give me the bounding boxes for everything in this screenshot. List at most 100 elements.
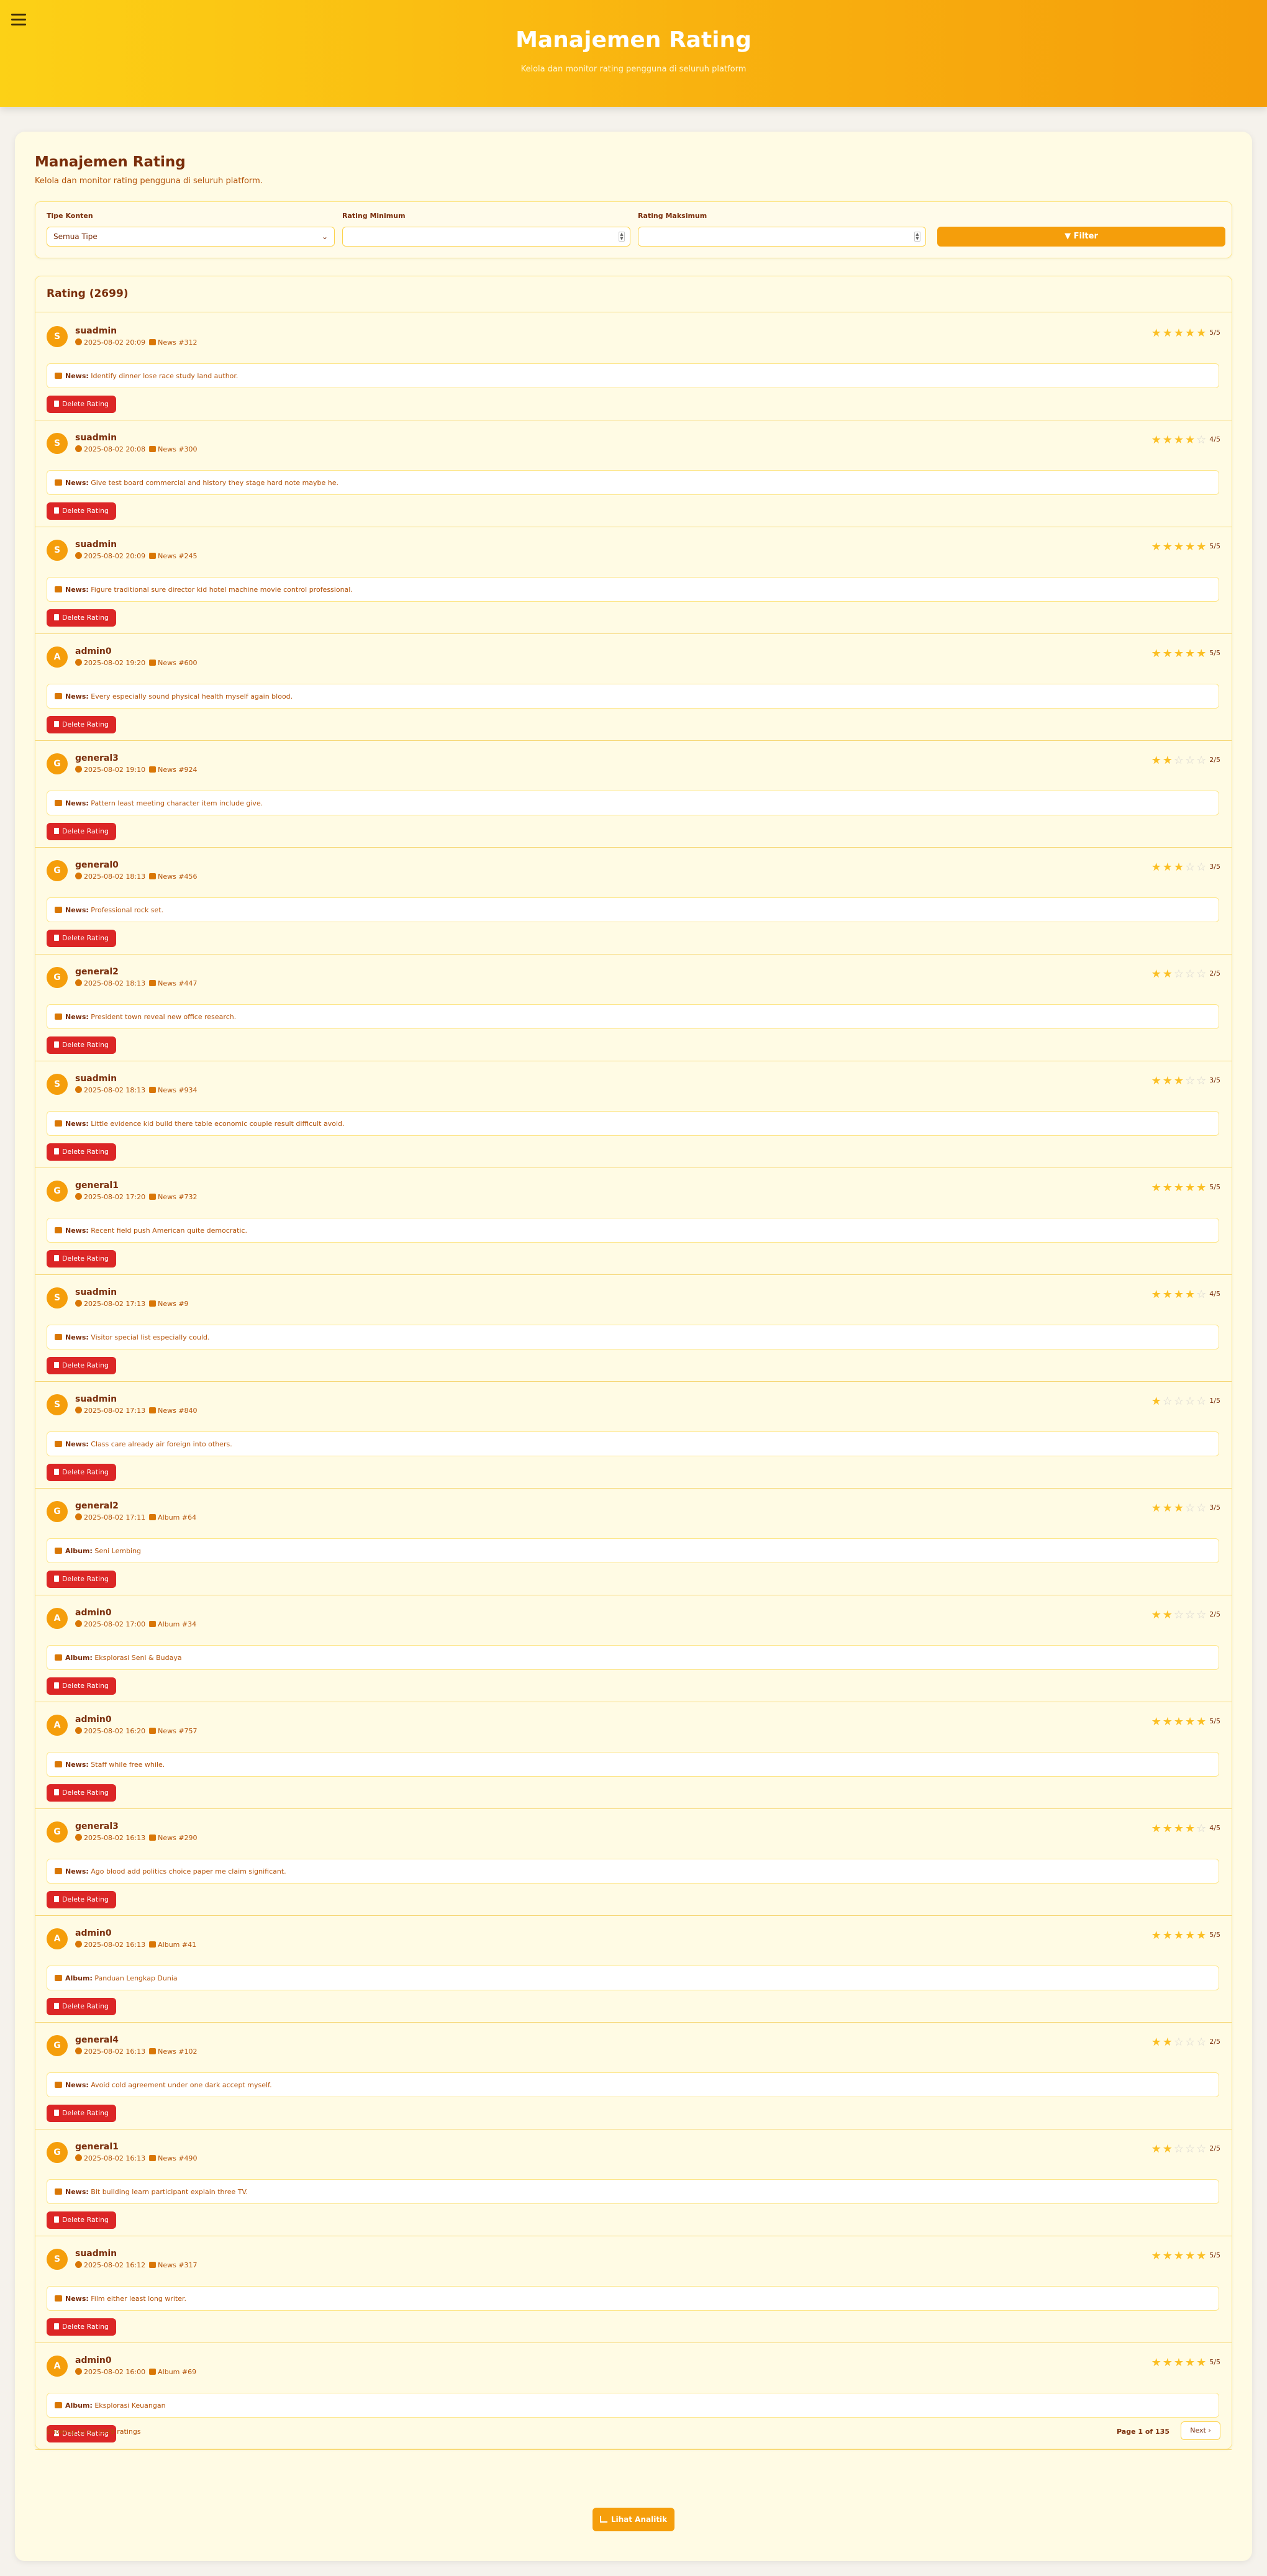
- content-type-icon: [55, 1654, 62, 1661]
- rating-meta: 2025-08-02 19:10 News #924: [75, 766, 198, 774]
- newspaper-icon: [149, 873, 157, 879]
- delete-rating-button[interactable]: Delete Rating: [47, 1571, 116, 1588]
- header-title: Manajemen Rating: [515, 27, 752, 53]
- rating-score: 2/5: [1209, 1610, 1220, 1618]
- delete-rating-button[interactable]: Delete Rating: [47, 2211, 116, 2229]
- content-type-icon: [55, 800, 62, 806]
- rating-date: 2025-08-02 17:13: [84, 1300, 146, 1308]
- max-rating-input[interactable]: ▲ ▼: [638, 227, 926, 247]
- delete-rating-button[interactable]: Delete Rating: [47, 2318, 116, 2336]
- rating-date: 2025-08-02 18:13: [84, 873, 146, 881]
- star-icon: ☆: [1196, 1395, 1207, 1408]
- content-type-icon: [55, 1227, 62, 1233]
- delete-rating-button[interactable]: Delete Rating: [47, 1143, 116, 1161]
- rating-score: 1/5: [1209, 1397, 1220, 1405]
- rating-user: suadmin: [75, 2249, 117, 2259]
- rating-row: Ssuadmin 2025-08-02 16:12 News #317 ★ ★ ★ ★ ★ 5/…: [35, 2236, 1232, 2343]
- star-icon: ☆: [1185, 968, 1196, 981]
- delete-rating-button[interactable]: Delete Rating: [47, 1891, 116, 1908]
- clock-icon: [75, 2261, 82, 2268]
- rating-score: 3/5: [1209, 1076, 1220, 1084]
- delete-rating-button[interactable]: Delete Rating: [47, 1677, 116, 1695]
- content-title: Professional rock set.: [91, 906, 164, 914]
- trash-icon: [53, 2003, 59, 2009]
- content-type: News:: [65, 799, 89, 807]
- delete-rating-button[interactable]: Delete Rating: [47, 609, 116, 627]
- content-title: Pattern least meeting character item inc…: [91, 799, 263, 807]
- content-title: Figure traditional sure director kid hot…: [91, 586, 353, 594]
- content-type: Album:: [65, 2401, 93, 2410]
- star-icon: ★: [1162, 2356, 1173, 2369]
- newspaper-icon: [149, 1087, 157, 1093]
- delete-rating-button[interactable]: Delete Rating: [47, 930, 116, 947]
- min-rating-input[interactable]: ▲ ▼: [342, 227, 630, 247]
- trash-icon: [53, 828, 59, 834]
- delete-rating-button[interactable]: Delete Rating: [47, 1036, 116, 1054]
- delete-rating-button[interactable]: Delete Rating: [47, 716, 116, 733]
- content-type: News:: [65, 1120, 89, 1128]
- star-icon: ★: [1162, 1715, 1173, 1728]
- rating-row: Ggeneral2 2025-08-02 18:13 News #447 ★ ★ ☆ ☆ ☆ 2…: [35, 955, 1232, 1061]
- avatar: S: [47, 1074, 68, 1095]
- content-title: Identify dinner lose race study land aut…: [91, 372, 238, 380]
- trash-icon: [53, 721, 59, 727]
- next-page-button[interactable]: Next ›: [1181, 2421, 1220, 2440]
- clock-icon: [75, 2154, 82, 2161]
- delete-label: Delete Rating: [61, 2002, 109, 2010]
- rated-content: News: Ago blood add politics choice pape…: [47, 1859, 1219, 1884]
- delete-rating-button[interactable]: Delete Rating: [47, 1250, 116, 1268]
- delete-rating-button[interactable]: Delete Rating: [47, 823, 116, 840]
- stepper-icon[interactable]: ▲ ▼: [914, 232, 920, 242]
- avatar: G: [47, 1501, 68, 1522]
- stepper-icon[interactable]: ▲ ▼: [619, 232, 625, 242]
- delete-rating-button[interactable]: Delete Rating: [47, 1464, 116, 1481]
- page-subtitle: Kelola dan monitor rating pengguna di se…: [35, 176, 263, 186]
- delete-label: Delete Rating: [61, 2216, 109, 2224]
- trash-icon: [53, 1255, 59, 1261]
- delete-rating-button[interactable]: Delete Rating: [47, 1998, 116, 2015]
- ratings-list: Rating (2699) Ssuadmin 2025-08-02 20:09 Ne…: [35, 276, 1232, 2450]
- rating-ref: News #447: [158, 979, 198, 987]
- rating-ref: News #732: [158, 1193, 198, 1201]
- delete-rating-button[interactable]: Delete Rating: [47, 1357, 116, 1374]
- analytics-button[interactable]: Lihat Analitik: [593, 2508, 674, 2531]
- filter-button[interactable]: ▼ Filter: [937, 227, 1225, 247]
- delete-label: Delete Rating: [61, 400, 109, 408]
- rating-row: Aadmin0 2025-08-02 17:00 Album #34 ★ ★ ☆ ☆ ☆ 2/5…: [35, 1595, 1232, 1702]
- rating-user: suadmin: [75, 1074, 117, 1084]
- star-icon: ★: [1151, 754, 1161, 767]
- star-icon: ★: [1162, 861, 1173, 874]
- star-icon: ☆: [1162, 1395, 1173, 1408]
- rated-content: News: Every especially sound physical he…: [47, 684, 1219, 709]
- delete-label: Delete Rating: [61, 2323, 109, 2331]
- star-icon: ★: [1162, 540, 1173, 553]
- trash-icon: [53, 2216, 59, 2223]
- avatar: G: [47, 967, 68, 988]
- star-icon: ★: [1185, 433, 1196, 447]
- rating-stars: ★ ★ ★ ★ ☆ 4/5: [1151, 1823, 1220, 1834]
- star-icon: ☆: [1196, 861, 1207, 874]
- content-title: Bit building learn participant explain t…: [91, 2188, 248, 2196]
- delete-rating-button[interactable]: Delete Rating: [47, 502, 116, 520]
- type-select[interactable]: Semua Tipe ⌄: [47, 227, 335, 247]
- rating-date: 2025-08-02 20:08: [84, 445, 146, 453]
- star-icon: ☆: [1185, 2036, 1196, 2049]
- delete-rating-button[interactable]: Delete Rating: [47, 396, 116, 413]
- rated-content: News: Pattern least meeting character it…: [47, 791, 1219, 815]
- delete-rating-button[interactable]: Delete Rating: [47, 2105, 116, 2122]
- star-icon: ☆: [1173, 754, 1184, 767]
- star-icon: ★: [1151, 1502, 1161, 1515]
- type-select-value: Semua Tipe: [53, 232, 98, 241]
- menu-icon[interactable]: [11, 14, 26, 26]
- rated-content: News: Film either least long writer.: [47, 2286, 1219, 2311]
- showing-count: Showing 20 of 2699 ratings: [47, 2428, 141, 2436]
- star-icon: ★: [1162, 2036, 1173, 2049]
- star-icon: ☆: [1173, 2143, 1184, 2156]
- delete-rating-button[interactable]: Delete Rating: [47, 1784, 116, 1802]
- star-icon: ★: [1162, 1929, 1173, 1942]
- star-icon: ★: [1196, 2356, 1207, 2369]
- rating-score: 4/5: [1209, 435, 1220, 443]
- rating-score: 5/5: [1209, 2358, 1220, 2366]
- rated-content: News: Staff while free while.: [47, 1752, 1219, 1777]
- trash-icon: [53, 1469, 59, 1475]
